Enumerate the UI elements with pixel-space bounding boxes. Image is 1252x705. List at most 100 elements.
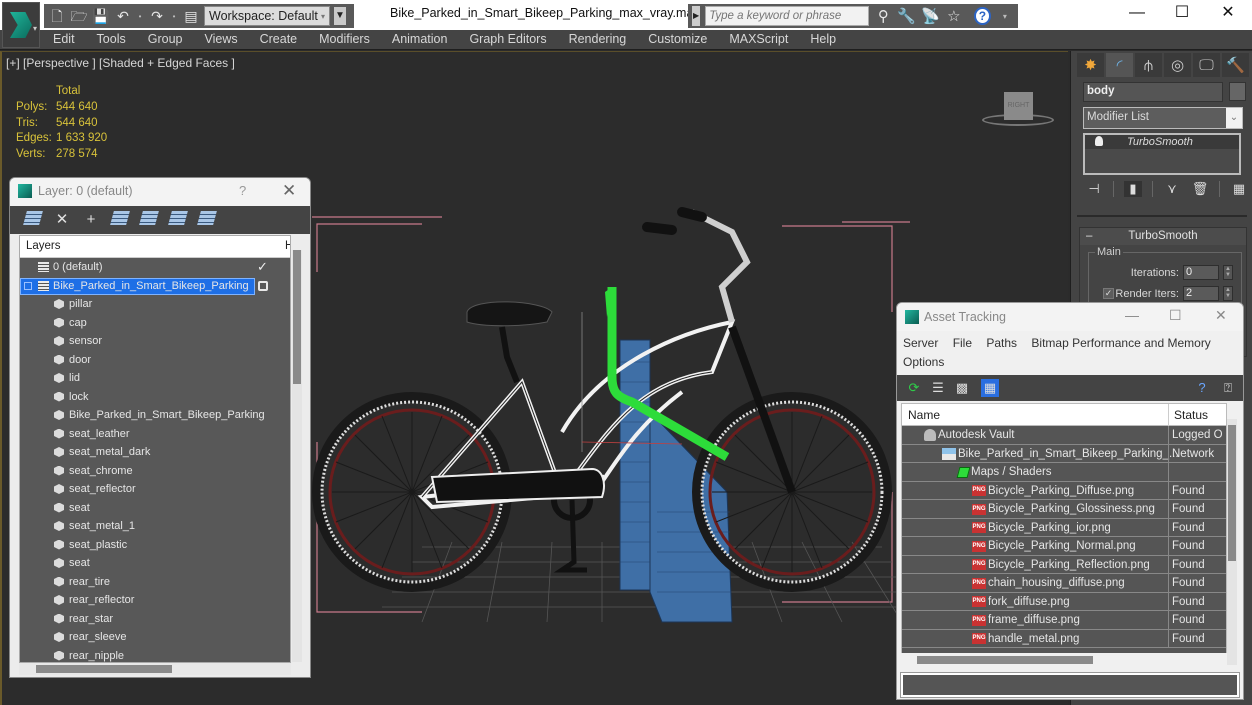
asset-row[interactable]: Bike_Parked_in_Smart_Bikeep_Parking_... N… — [902, 444, 1226, 463]
render-iters-spinner[interactable]: ▲ ▼ — [1223, 286, 1233, 301]
asset-row[interactable]: PNG Bicycle_Parking_Reflection.png Found — [902, 555, 1226, 574]
menu-modifiers[interactable]: Modifiers — [319, 32, 381, 46]
column-divider[interactable] — [1168, 404, 1169, 426]
menu-tools[interactable]: Tools — [97, 32, 137, 46]
redo-dropdown[interactable]: • — [170, 12, 178, 21]
close-button[interactable]: ✕ — [1205, 0, 1251, 28]
dialog-title-bar[interactable]: Layer: 0 (default) ? ✕ — [10, 178, 310, 206]
layer-row-selected[interactable]: Bike_Parked_in_Smart_Bikeep_Parking — [20, 277, 290, 296]
star-icon[interactable]: ☆ — [945, 7, 963, 25]
menu-views[interactable]: Views — [204, 32, 248, 46]
redo-icon[interactable]: ↷ — [148, 8, 166, 24]
motion-tab[interactable]: ◎ — [1164, 53, 1191, 77]
vertical-scrollbar[interactable] — [1227, 419, 1237, 665]
menu-rendering[interactable]: Rendering — [569, 32, 638, 46]
object-row[interactable]: pillar — [20, 295, 290, 314]
object-row[interactable]: rear_star — [20, 610, 290, 629]
iterations-spinner[interactable]: ▲ ▼ — [1223, 265, 1233, 280]
object-row[interactable]: seat_metal_dark — [20, 443, 290, 462]
remove-modifier-icon[interactable]: 🗑 — [1191, 181, 1209, 197]
maximize-button[interactable]: ☐ — [1169, 307, 1182, 324]
undo-icon[interactable]: ↶ — [114, 8, 132, 24]
dialog-title-bar[interactable]: Asset Tracking — ☐ ✕ — [897, 303, 1243, 331]
object-row[interactable]: rear_nipple — [20, 647, 290, 663]
open-icon[interactable]: 🗁 — [70, 8, 88, 24]
horizontal-scrollbar[interactable] — [901, 653, 1227, 667]
menu-animation[interactable]: Animation — [392, 32, 459, 46]
application-menu-button[interactable]: ▾ — [2, 2, 40, 48]
key-icon[interactable]: 🔧 — [897, 7, 916, 25]
object-row[interactable]: Bike_Parked_in_Smart_Bikeep_Parking — [20, 406, 290, 425]
select-layer-button[interactable] — [139, 211, 159, 229]
show-end-result-icon[interactable]: ▮ — [1124, 181, 1142, 197]
column-header-name[interactable]: Name — [908, 408, 940, 422]
refresh-icon[interactable]: ⟳ — [905, 379, 923, 397]
object-row[interactable]: seat_plastic — [20, 536, 290, 555]
undo-dropdown[interactable]: • — [136, 12, 144, 21]
pin-stack-icon[interactable]: ⊣ — [1085, 181, 1103, 197]
qat-menu-button[interactable]: ▼ — [334, 7, 346, 25]
horizontal-scrollbar[interactable] — [19, 663, 291, 675]
minimize-button[interactable]: — — [1114, 0, 1160, 28]
delete-layer-button[interactable]: ✕ — [53, 211, 71, 229]
utilities-tab[interactable]: 🔨 — [1222, 53, 1249, 77]
object-row[interactable]: lid — [20, 369, 290, 388]
configure-sets-icon[interactable]: ▦ — [1230, 181, 1248, 197]
menu-create[interactable]: Create — [260, 32, 309, 46]
help-icon[interactable]: ? — [974, 7, 991, 25]
active-layer-toggle[interactable] — [258, 280, 268, 291]
object-color-swatch[interactable] — [1229, 82, 1246, 101]
object-row[interactable]: seat_leather — [20, 425, 290, 444]
menu-options[interactable]: Options — [903, 355, 944, 369]
object-row[interactable]: lock — [20, 388, 290, 407]
render-iters-input[interactable]: 2 — [1183, 286, 1219, 301]
new-layer-button[interactable] — [23, 211, 43, 229]
search-input[interactable] — [705, 6, 870, 26]
asset-row[interactable]: PNG frame_diffuse.png Found — [902, 611, 1226, 630]
column-header-hide[interactable]: H — [285, 240, 290, 252]
object-row[interactable]: sensor — [20, 332, 290, 351]
column-header-status[interactable]: Status — [1174, 408, 1208, 422]
asset-row[interactable]: PNG fork_diffuse.png Found — [902, 592, 1226, 611]
status-path-field[interactable] — [900, 672, 1240, 698]
asset-row[interactable]: PNG Bicycle_Parking_ior.png Found — [902, 518, 1226, 537]
object-row[interactable]: seat_metal_1 — [20, 517, 290, 536]
asset-row[interactable]: PNG Bicycle_Parking_Glossiness.png Found — [902, 500, 1226, 519]
object-row[interactable]: door — [20, 351, 290, 370]
hierarchy-tab[interactable]: ⫛ — [1135, 53, 1162, 77]
maximize-button[interactable]: ☐ — [1159, 0, 1205, 28]
asset-row[interactable]: PNG handle_metal.png Found — [902, 629, 1226, 648]
scrollbar-thumb[interactable] — [36, 665, 172, 673]
save-icon[interactable]: 💾 — [92, 8, 110, 24]
satellite-icon[interactable]: 📡 — [921, 7, 940, 25]
asset-row[interactable]: Maps / Shaders — [902, 463, 1226, 482]
display-tab[interactable]: 🖵 — [1193, 53, 1220, 77]
render-iters-checkbox[interactable]: ✓ — [1103, 288, 1114, 299]
collapse-toggle[interactable] — [24, 281, 32, 290]
menu-edit[interactable]: Edit — [53, 32, 86, 46]
close-button[interactable]: ✕ — [1215, 307, 1227, 324]
menu-graph-editors[interactable]: Graph Editors — [469, 32, 557, 46]
object-name-field[interactable]: body — [1083, 82, 1223, 102]
expand-icon[interactable]: ▶ — [692, 6, 701, 26]
rollout-header[interactable]: – TurboSmooth — [1080, 228, 1246, 245]
object-row[interactable]: rear_reflector — [20, 591, 290, 610]
object-row[interactable]: seat — [20, 499, 290, 518]
select-objects-in-layer-button[interactable] — [110, 211, 130, 229]
checkmark-icon[interactable]: ✓ — [257, 258, 268, 277]
help-dropdown[interactable]: ▾ — [996, 12, 1014, 21]
menu-customize[interactable]: Customize — [648, 32, 718, 46]
object-properties-button[interactable] — [197, 211, 217, 229]
scrollbar-thumb[interactable] — [293, 250, 301, 384]
menu-help[interactable]: Help — [810, 32, 847, 46]
help-button[interactable]: ? — [239, 183, 246, 198]
add-to-layer-button[interactable]: + — [82, 211, 100, 229]
context-help-icon[interactable]: ⍰ — [1219, 379, 1237, 397]
layer-properties-button[interactable] — [168, 211, 188, 229]
asset-row[interactable]: PNG Bicycle_Parking_Diffuse.png Found — [902, 481, 1226, 500]
project-folder-icon[interactable]: ▤ — [182, 8, 200, 24]
make-unique-icon[interactable]: ⋎ — [1163, 181, 1181, 197]
menu-group[interactable]: Group — [148, 32, 194, 46]
new-icon[interactable]: 🗋 — [48, 8, 66, 24]
menu-maxscript[interactable]: MAXScript — [729, 32, 799, 46]
